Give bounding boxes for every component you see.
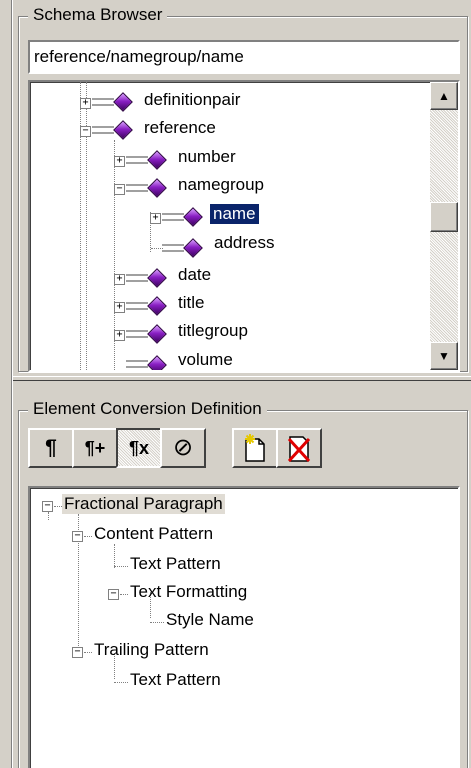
tree-guide-line: [84, 652, 92, 653]
window-left-highlight: [12, 0, 13, 768]
fractional-paragraph-button[interactable]: ¶x: [116, 428, 162, 468]
connector-icon: [162, 213, 184, 221]
collapse-icon[interactable]: −: [72, 647, 83, 658]
scroll-down-button[interactable]: ▼: [430, 342, 458, 370]
scroll-up-button[interactable]: ▲: [430, 82, 458, 110]
tree-item-label[interactable]: titlegroup: [178, 321, 248, 341]
element-gem-icon: [183, 238, 203, 258]
tree-node-label[interactable]: Style Name: [166, 610, 254, 630]
tree-guide-line: [84, 536, 92, 537]
tree-node-label-selected[interactable]: Fractional Paragraph: [62, 494, 225, 514]
pane-splitter[interactable]: [13, 376, 471, 381]
path-input[interactable]: [30, 42, 458, 72]
tree-guide-line: [114, 566, 128, 567]
window-left-border: [0, 0, 12, 768]
connector-icon: [162, 244, 184, 252]
collapse-icon[interactable]: −: [80, 126, 91, 137]
no-conversion-button[interactable]: ⊘: [160, 428, 206, 468]
expand-icon[interactable]: +: [80, 98, 91, 109]
tree-guide-line: [120, 594, 128, 595]
paragraph-plus-button[interactable]: ¶+: [72, 428, 118, 468]
connector-icon: [126, 330, 148, 338]
tree-item-label[interactable]: namegroup: [178, 175, 264, 195]
conversion-tree-view[interactable]: − Fractional Paragraph − Content Pattern…: [28, 486, 460, 768]
tree-item-label[interactable]: date: [178, 265, 211, 285]
connector-icon: [126, 184, 148, 192]
tree-guide-line: [150, 622, 164, 623]
new-document-icon: [245, 434, 265, 462]
conversion-title: Element Conversion Definition: [28, 399, 267, 419]
collapse-icon[interactable]: −: [108, 589, 119, 600]
expand-icon[interactable]: +: [114, 156, 125, 167]
tree-guide-line: [114, 544, 115, 568]
schema-browser-title: Schema Browser: [28, 5, 168, 25]
connector-icon: [126, 274, 148, 282]
tree-item-label-selected[interactable]: name: [209, 203, 260, 225]
expand-icon[interactable]: +: [114, 330, 125, 341]
collapse-icon[interactable]: −: [42, 501, 53, 512]
connector-icon: [126, 156, 148, 164]
tree-node-label[interactable]: Text Pattern: [130, 554, 221, 574]
tree-item-label[interactable]: number: [178, 147, 236, 167]
tree-guide-line: [54, 506, 62, 507]
element-gem-icon: [113, 120, 133, 140]
tree-item-label[interactable]: reference: [144, 118, 216, 138]
tree-node-label[interactable]: Trailing Pattern: [94, 640, 209, 660]
schema-tree-view[interactable]: + definitionpair − reference + number − …: [28, 80, 460, 372]
tree-node-label[interactable]: Text Formatting: [130, 582, 247, 602]
tree-guide-line: [114, 682, 128, 683]
delete-document-icon: [287, 436, 311, 463]
tree-node-label[interactable]: Text Pattern: [130, 670, 221, 690]
connector-icon: [92, 126, 114, 134]
element-gem-icon: [113, 92, 133, 112]
path-field[interactable]: [28, 40, 460, 74]
paragraph-button[interactable]: ¶: [28, 428, 74, 468]
tree-item-label[interactable]: title: [178, 293, 204, 313]
tree-guide-line: [48, 512, 49, 520]
connector-icon: [126, 360, 148, 368]
expand-icon[interactable]: +: [150, 213, 161, 224]
element-gem-icon: [147, 296, 167, 316]
collapse-icon[interactable]: −: [72, 531, 83, 542]
connector-icon: [92, 98, 114, 106]
element-gem-icon: [147, 178, 167, 198]
tree-item-label[interactable]: address: [214, 233, 274, 253]
element-gem-icon: [147, 150, 167, 170]
element-gem-icon: [147, 355, 167, 370]
tree-item-label[interactable]: volume: [178, 350, 233, 370]
expand-icon[interactable]: +: [114, 302, 125, 313]
element-gem-icon: [183, 207, 203, 227]
element-gem-icon: [147, 268, 167, 288]
scroll-thumb[interactable]: [430, 202, 458, 232]
new-definition-button[interactable]: [232, 428, 278, 468]
element-gem-icon: [147, 324, 167, 344]
expand-icon[interactable]: +: [114, 274, 125, 285]
tree-item-label[interactable]: definitionpair: [144, 90, 240, 110]
delete-definition-button[interactable]: [276, 428, 322, 468]
collapse-icon[interactable]: −: [114, 184, 125, 195]
connector-icon: [126, 302, 148, 310]
tree-node-label[interactable]: Content Pattern: [94, 524, 213, 544]
